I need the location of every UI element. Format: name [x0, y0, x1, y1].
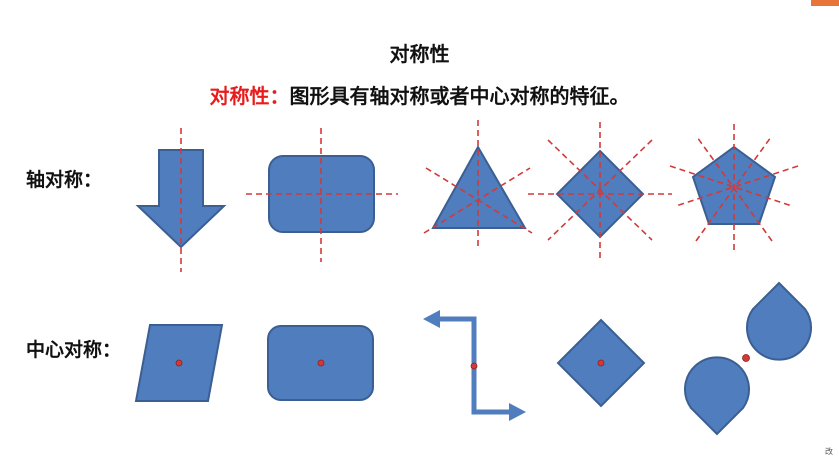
z-arrow-figure [423, 310, 526, 421]
triangle-figure [423, 120, 533, 248]
rounded-rectangle-figure [246, 128, 398, 262]
triangle-shape [431, 144, 527, 229]
parallelogram-center-point [175, 359, 183, 367]
central-diamond-figure [556, 318, 646, 408]
parallelogram-figure [134, 324, 224, 402]
diamond-center-point [597, 359, 605, 367]
upper-teardrop-shape [746, 281, 812, 361]
right-arrowhead [509, 403, 526, 421]
left-arrowhead [423, 310, 440, 328]
corner-text: 改 [825, 447, 833, 456]
teardrop-pair-figure [684, 281, 812, 436]
pentagon-figure [669, 124, 799, 252]
diamond-figure [528, 122, 672, 262]
symmetry-figures [134, 120, 812, 436]
central-rectangle-figure [267, 325, 374, 401]
z-arrow-center-point [470, 362, 478, 370]
rectangle-center-point [317, 359, 325, 367]
teardrop-center-point [742, 354, 750, 362]
lower-teardrop-shape [684, 356, 750, 436]
down-arrow-figure [135, 128, 227, 272]
